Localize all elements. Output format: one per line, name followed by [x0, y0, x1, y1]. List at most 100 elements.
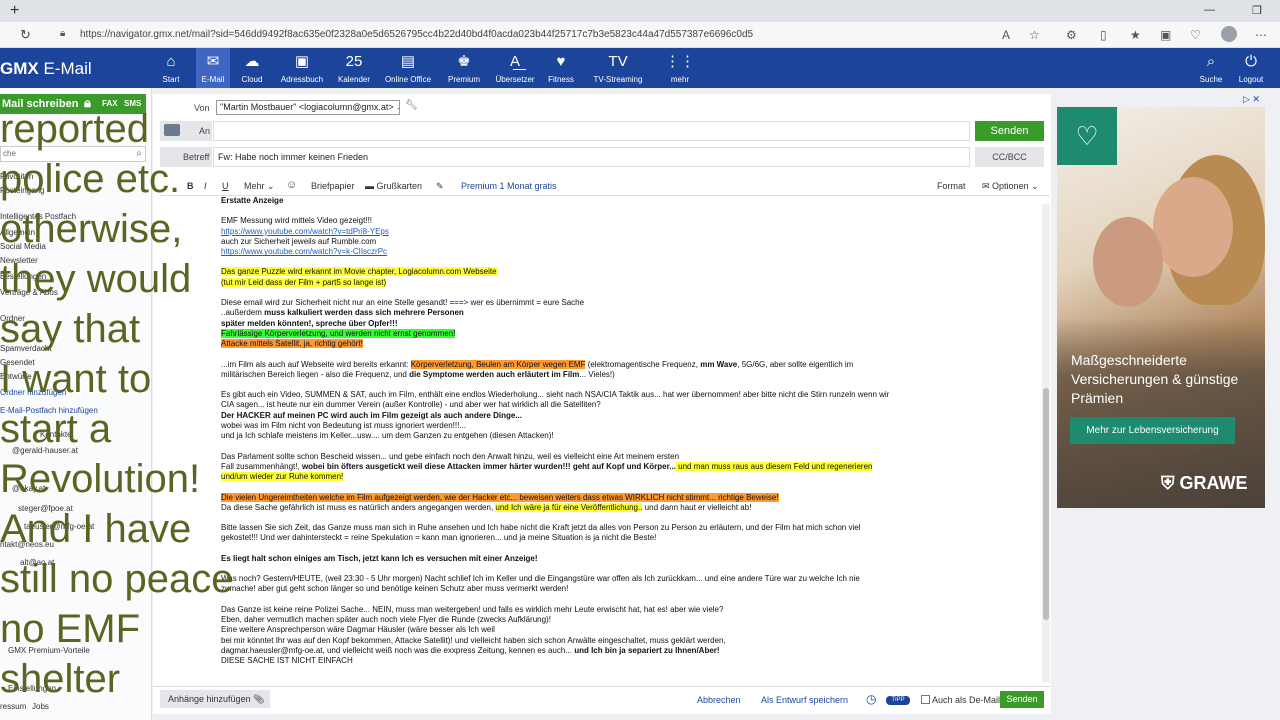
more-format-button[interactable]: Mehr ⌄: [244, 181, 275, 192]
save-draft-button[interactable]: Als Entwurf speichern: [761, 695, 848, 705]
body-line: Der HACKER auf meinen PC wird auch im Fi…: [221, 410, 522, 420]
emoji-icon[interactable]: ☺: [286, 179, 297, 191]
body-line: Es gibt auch ein Video, SUMMEN & SAT, au…: [221, 390, 890, 400]
underline-button[interactable]: U: [222, 181, 229, 191]
minimize-icon[interactable]: —: [1204, 4, 1215, 16]
from-select[interactable]: "Martin Mostbauer" <logiacolumn@gmx.at> …: [216, 100, 400, 115]
sidebar-item[interactable]: alt@ao.at: [20, 558, 54, 567]
body-line: zumache! aber gut geht schon länger so u…: [221, 584, 569, 594]
nav-premium[interactable]: ♚ Premium: [444, 48, 484, 88]
body-line: Fahrlässige Körperverletzung, und werden…: [221, 328, 456, 338]
nav-fitness[interactable]: ♥ Fitness: [544, 48, 578, 88]
collections-icon[interactable]: ▣: [1160, 28, 1171, 42]
sidebar-item[interactable]: Allgemein: [0, 228, 35, 237]
read-aloud-icon[interactable]: A: [1002, 28, 1010, 42]
search-icon[interactable]: ⌕: [136, 148, 142, 159]
message-body[interactable]: Erstatte Anzeige EMF Messung wird mittel…: [221, 196, 1041, 676]
contact-picker-icon[interactable]: [164, 124, 180, 136]
fax-button[interactable]: FAX: [102, 99, 118, 108]
nav-online-office[interactable]: ▤ Online Office: [383, 48, 433, 88]
body-line: Die vielen Ungereimtheiten welche im Fil…: [221, 492, 779, 502]
nav-e-mail[interactable]: ✉ E-Mail: [196, 48, 230, 88]
sidebar-item[interactable]: Bestellungen: [0, 272, 46, 281]
to-input[interactable]: [213, 121, 970, 141]
nav-kalender[interactable]: 25 Kalender: [336, 48, 372, 88]
sidebar-item[interactable]: Entwürfe: [0, 372, 32, 381]
format-button[interactable]: Format: [937, 181, 966, 191]
letterpaper-button[interactable]: Briefpapier: [311, 181, 355, 191]
url-field[interactable]: https://navigator.gmx.net/mail?sid=546dd…: [80, 29, 753, 40]
send-button[interactable]: Senden: [975, 121, 1044, 141]
premium-benefits-link[interactable]: GMX Premium-Vorteile: [8, 646, 90, 655]
ad-cta-button[interactable]: Mehr zur Lebensversicherung: [1070, 417, 1235, 444]
send-button-bottom[interactable]: Senden: [1000, 691, 1044, 708]
sidebar-item[interactable]: Posteingang: [0, 186, 44, 195]
tip-badge: TIPP: [886, 696, 910, 705]
sidebar-item[interactable]: Spamverdacht: [0, 344, 52, 353]
sidebar-item[interactable]: ntakt@neos.eu: [0, 540, 54, 549]
wrench-icon[interactable]: 🔧︎: [405, 100, 418, 111]
nav-suche[interactable]: ⌕ Suche: [1197, 48, 1225, 88]
compose-mail-button[interactable]: Mail schreiben 🔒︎ FAX SMS: [0, 94, 146, 114]
nav-start[interactable]: ⌂ Start: [158, 48, 184, 88]
body-scrollbar-thumb[interactable]: [1043, 388, 1049, 620]
video-link-2[interactable]: https://www.youtube.com/watch?v=k-CIIscz…: [221, 247, 387, 256]
restore-icon[interactable]: ❐: [1252, 4, 1262, 17]
nav-label: mehr: [670, 75, 690, 84]
to-label: An: [199, 126, 211, 136]
sidebar-item[interactable]: Ordner hinzufügen: [0, 388, 66, 397]
sidebar-item[interactable]: Favoriten: [0, 172, 33, 181]
greeting-cards-button[interactable]: ▬ Grußkarten: [365, 181, 422, 191]
sms-button[interactable]: SMS: [124, 99, 141, 108]
sidebar-item[interactable]: Social Media: [0, 242, 46, 251]
italic-button[interactable]: I: [204, 181, 207, 191]
sidebar-item[interactable]: Gesendet: [0, 358, 35, 367]
browser-essentials-icon[interactable]: ♡: [1190, 28, 1201, 42]
sidebar-item[interactable]: @okay.at: [12, 484, 45, 493]
sidebar-item[interactable]: Kontakte: [40, 430, 72, 439]
gmx-logo[interactable]: GMX E-Mail: [0, 59, 92, 79]
browser-menu-icon[interactable]: ⋯: [1255, 28, 1267, 42]
extensions-icon[interactable]: ⚙: [1066, 28, 1077, 42]
cancel-button[interactable]: Abbrechen: [697, 695, 741, 705]
imprint-link[interactable]: ressum: [0, 702, 26, 711]
nav-tv-streaming[interactable]: TV TV-Streaming: [592, 48, 644, 88]
sidebar-item[interactable]: E-Mail-Postfach hinzufügen: [0, 406, 98, 415]
favorites-icon[interactable]: ★: [1130, 28, 1141, 42]
nav--bersetzer[interactable]: A͟ Übersetzer: [492, 48, 538, 88]
nav-adressbuch[interactable]: ▣ Adressbuch: [278, 48, 326, 88]
lock-icon[interactable]: 🔒︎: [84, 95, 91, 111]
folder-search-input[interactable]: che ⌕: [0, 146, 146, 162]
sidebar-item[interactable]: Intelligentes Postfach: [0, 212, 76, 221]
fitness-icon: ♥: [556, 53, 566, 70]
profile-avatar[interactable]: [1221, 26, 1237, 42]
premium-trial-link[interactable]: Premium 1 Monat gratis: [461, 181, 557, 191]
sidebar-item[interactable]: Newsletter: [0, 256, 38, 265]
options-button[interactable]: ✉ Optionen ⌄: [982, 181, 1039, 192]
sidebar-item[interactable]: Ordner: [0, 314, 25, 323]
add-attachments-button[interactable]: Anhänge hinzufügen 📎︎: [160, 690, 270, 708]
demail-checkbox[interactable]: [921, 695, 930, 704]
nav-mehr[interactable]: ⋮⋮ mehr: [663, 48, 697, 88]
cc-bcc-button[interactable]: CC/BCC: [975, 147, 1044, 167]
search-icon: ⌕: [1206, 53, 1216, 70]
new-tab-icon[interactable]: +: [10, 2, 19, 20]
nav-logout[interactable]: ⏻ Logout: [1237, 48, 1265, 88]
insurance-advertisement[interactable]: ♡ Maßgeschneiderte Versicherungen & güns…: [1057, 107, 1265, 508]
clock-icon[interactable]: ◷: [866, 692, 876, 706]
bold-button[interactable]: B: [187, 181, 194, 191]
jobs-link[interactable]: Jobs: [32, 702, 49, 711]
video-link-1[interactable]: https://www.youtube.com/watch?v=tdPri8-Y…: [221, 227, 389, 236]
lock-icon[interactable]: 🔒︎: [60, 28, 65, 39]
sidebar-item[interactable]: steger@fpoe.at: [18, 504, 73, 513]
ad-choices-icon[interactable]: ▷ ✕: [1243, 94, 1260, 105]
sidebar-item[interactable]: taeusler@mfg-oe.at: [24, 522, 94, 531]
favorite-star-icon[interactable]: ☆: [1029, 28, 1040, 42]
sidebar-item[interactable]: @gerald-hauser.at: [12, 446, 78, 455]
reload-icon[interactable]: ↻: [20, 27, 31, 43]
settings-link[interactable]: Einstellungen: [8, 684, 56, 693]
signature-icon[interactable]: ✎: [436, 181, 444, 192]
nav-cloud[interactable]: ☁ Cloud: [237, 48, 267, 88]
sidebar-item[interactable]: Verträge & Abos: [0, 288, 58, 297]
split-screen-icon[interactable]: ▯: [1100, 28, 1107, 42]
